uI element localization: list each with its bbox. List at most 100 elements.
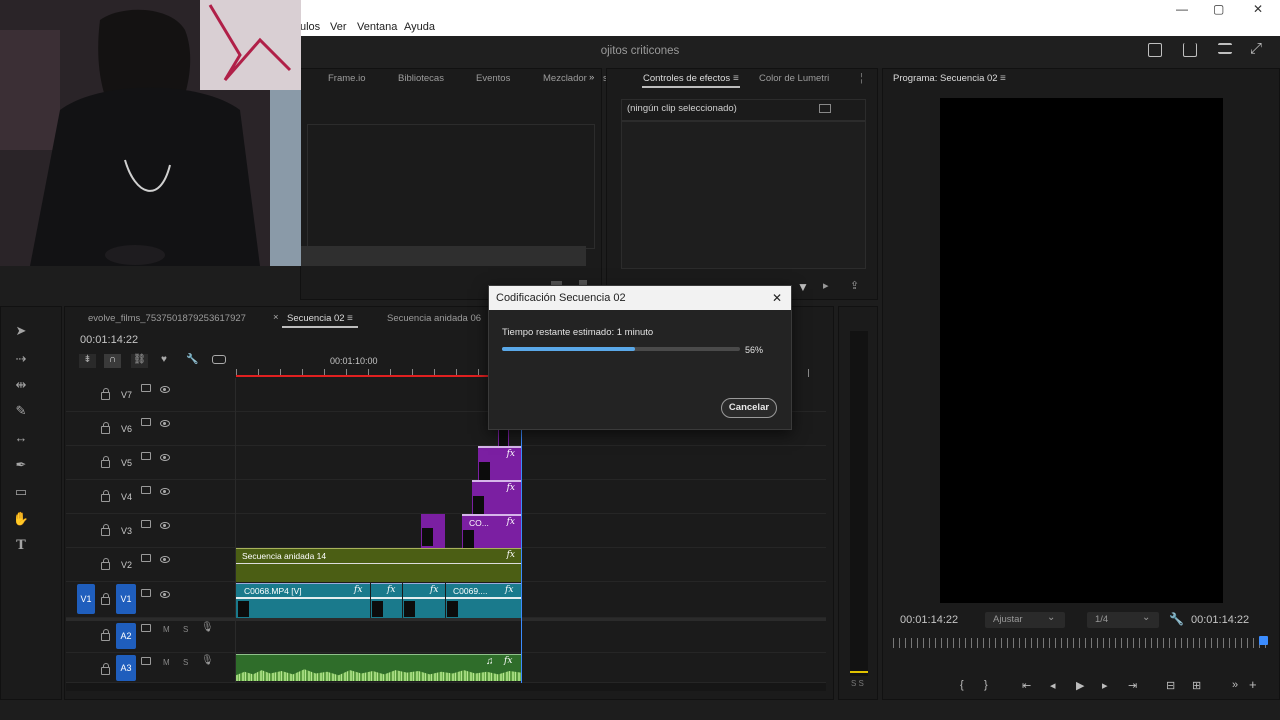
timeline-clip[interactable] xyxy=(421,514,445,548)
timeline-clip[interactable] xyxy=(498,430,509,446)
menu-item-ver[interactable]: Ver xyxy=(330,21,347,33)
menu-item-ayuda[interactable]: Ayuda xyxy=(404,21,435,33)
minimize-button[interactable]: — xyxy=(1176,2,1188,16)
track-row-a2[interactable] xyxy=(66,621,826,653)
track-lock-icon[interactable] xyxy=(101,490,110,502)
eye-icon[interactable] xyxy=(160,386,170,393)
export-icon[interactable]: ⇪ xyxy=(850,279,859,292)
track-lock-icon[interactable] xyxy=(101,558,110,570)
monitor-time-ruler[interactable] xyxy=(893,638,1266,648)
sync-lock-icon[interactable] xyxy=(141,589,151,597)
panel-options-icon[interactable] xyxy=(819,104,831,113)
close-tab-icon[interactable]: × xyxy=(273,312,279,323)
eye-icon[interactable] xyxy=(160,454,170,461)
nest-toggle-icon[interactable]: ⇟ xyxy=(79,354,96,368)
track-lock-icon[interactable] xyxy=(101,663,110,675)
eye-icon[interactable] xyxy=(160,420,170,427)
tab-mezclador[interactable]: Mezclador xyxy=(543,73,587,84)
track-row-v4[interactable] xyxy=(66,480,826,514)
track-target-v1[interactable]: V1 xyxy=(116,584,136,614)
fullscreen-icon[interactable]: ⤢ xyxy=(1250,40,1262,57)
tab-secuencia-02[interactable]: Secuencia 02 xyxy=(287,313,345,324)
tab-bibliotecas[interactable]: Bibliotecas xyxy=(398,73,444,84)
track-target-a3[interactable]: A3 xyxy=(116,655,136,681)
timeline-scrollbar[interactable] xyxy=(66,683,826,691)
play-icon[interactable]: ▶ xyxy=(1076,679,1084,692)
quick-export-icon[interactable] xyxy=(1148,43,1162,57)
captions-icon[interactable] xyxy=(212,355,226,364)
tab-menu-icon[interactable]: ≡ xyxy=(347,313,353,324)
pen-tool-icon[interactable]: ✒ xyxy=(12,456,30,474)
ripple-edit-tool-icon[interactable]: ⇹ xyxy=(12,376,30,394)
cancel-button[interactable]: Cancelar xyxy=(721,398,777,418)
add-button-icon[interactable]: + xyxy=(1249,677,1257,692)
solo-button[interactable]: S xyxy=(183,658,188,667)
source-patch-v1[interactable]: V1 xyxy=(77,584,95,614)
timeline-clip[interactable]: fx xyxy=(478,446,521,480)
filter-icon[interactable]: ▼ xyxy=(797,280,809,294)
track-lock-icon[interactable] xyxy=(101,629,110,641)
type-tool-icon[interactable]: T xyxy=(12,537,30,555)
eye-icon[interactable] xyxy=(160,488,170,495)
timeline-clip[interactable]: fx xyxy=(472,480,521,514)
timeline-clip-c0069[interactable]: C0069.... fx xyxy=(446,583,521,618)
microphone-icon[interactable]: 🎙 xyxy=(201,622,214,633)
eye-icon[interactable] xyxy=(160,591,170,598)
program-video-frame[interactable] xyxy=(940,98,1223,603)
close-button[interactable]: ✕ xyxy=(1253,2,1263,16)
fit-dropdown[interactable]: Ajustar ⌄ xyxy=(985,612,1065,628)
track-lock-icon[interactable] xyxy=(101,593,110,605)
sync-lock-icon[interactable] xyxy=(141,657,151,665)
eye-icon[interactable] xyxy=(160,522,170,529)
solo-button[interactable]: S xyxy=(183,625,188,634)
resolution-dropdown[interactable]: 1/4 ⌄ xyxy=(1087,612,1159,628)
selection-tool-icon[interactable]: ➤ xyxy=(12,322,30,340)
tab-secuencia-anidada-06[interactable]: Secuencia anidada 06 xyxy=(387,313,481,324)
timeline-clip[interactable]: fx xyxy=(371,583,402,618)
timeline-clip[interactable]: CO... fx xyxy=(462,514,521,548)
timeline-timecode[interactable]: 00:01:14:22 xyxy=(80,334,138,346)
monitor-playhead[interactable] xyxy=(1259,636,1268,645)
tab-program-monitor[interactable]: Programa: Secuencia 02 xyxy=(893,73,998,84)
extract-icon[interactable]: ⊞ xyxy=(1192,679,1201,692)
step-forward-icon[interactable]: ▸ xyxy=(1102,679,1108,692)
track-lock-icon[interactable] xyxy=(101,456,110,468)
playhead-timecode[interactable]: 00:01:14:22 xyxy=(900,614,958,626)
eye-icon[interactable] xyxy=(160,556,170,563)
razor-tool-icon[interactable]: ✎ xyxy=(12,402,30,420)
add-marker-icon[interactable]: ♥ xyxy=(161,354,167,365)
timeline-clip[interactable]: fx xyxy=(403,583,445,618)
timeline-clip-nested-sequence[interactable]: Secuencia anidada 14 fx xyxy=(236,548,521,582)
timeline-clip-audio[interactable]: ♫ fx xyxy=(236,654,521,681)
timeline-clip-c0068[interactable]: C0068.MP4 [V] fx xyxy=(236,583,370,618)
track-row-v3[interactable] xyxy=(66,514,826,548)
dialog-close-icon[interactable]: ✕ xyxy=(772,291,782,305)
tab-controles-de-efectos[interactable]: Controles de efectos xyxy=(643,73,730,84)
track-lock-icon[interactable] xyxy=(101,524,110,536)
share-icon[interactable] xyxy=(1183,43,1197,57)
track-select-tool-icon[interactable]: ⇢ xyxy=(12,350,30,368)
sync-lock-icon[interactable] xyxy=(141,418,151,426)
go-to-in-icon[interactable]: ⇤ xyxy=(1022,679,1031,692)
maximize-button[interactable]: ▢ xyxy=(1213,2,1224,16)
sync-lock-icon[interactable] xyxy=(141,554,151,562)
sync-lock-icon[interactable] xyxy=(141,384,151,392)
tab-frameio[interactable]: Frame.io xyxy=(328,73,365,84)
menu-item-titulos[interactable]: ulos xyxy=(300,21,320,33)
tab-menu-icon[interactable]: ≡ xyxy=(1000,73,1006,84)
step-back-icon[interactable]: ◂ xyxy=(1050,679,1056,692)
sync-lock-icon[interactable] xyxy=(141,452,151,460)
timeline-settings-wrench-icon[interactable]: 🔧 xyxy=(186,354,198,365)
linked-selection-icon[interactable]: ⛓ xyxy=(131,354,148,368)
overflow-icon[interactable]: » xyxy=(1232,679,1238,691)
hand-tool-icon[interactable]: ✋ xyxy=(12,510,30,528)
mark-out-icon[interactable]: } xyxy=(984,679,988,691)
mute-button[interactable]: M xyxy=(163,625,170,634)
menu-item-ventana[interactable]: Ventana xyxy=(357,21,397,33)
tab-color-de-lumetri[interactable]: Color de Lumetri xyxy=(759,73,829,84)
sync-lock-icon[interactable] xyxy=(141,624,151,632)
sync-lock-icon[interactable] xyxy=(141,520,151,528)
track-target-a2[interactable]: A2 xyxy=(116,623,136,649)
slip-tool-icon[interactable]: ↔ xyxy=(12,429,30,447)
tab-eventos[interactable]: Eventos xyxy=(476,73,510,84)
